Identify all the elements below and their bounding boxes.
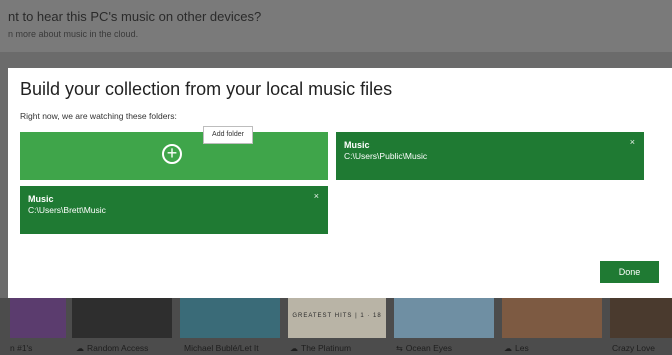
cloud-icon: ☁ <box>290 344 298 353</box>
folder-name: Music <box>344 140 370 150</box>
cloud-icon: ☁ <box>76 344 84 353</box>
folder-path: C:\Users\Brett\Music <box>28 205 106 215</box>
album-caption: ☁ The Platinum <box>290 343 352 353</box>
folder-tile-brett-music[interactable]: Music C:\Users\Brett\Music × <box>20 186 328 234</box>
plus-circle-icon: + <box>162 144 182 164</box>
album-caption: Crazy Love <box>612 343 655 353</box>
sync-icon: ⇆ <box>396 344 403 353</box>
folder-name: Music <box>28 194 54 204</box>
album-tile[interactable] <box>394 298 494 338</box>
album-art-text: GREATEST HITS | 1 · 18 <box>292 313 382 319</box>
album-caption: ⇆ Ocean Eyes <box>396 343 453 353</box>
album-tile[interactable] <box>10 298 66 338</box>
album-tile[interactable] <box>502 298 602 338</box>
done-button[interactable]: Done <box>600 261 659 283</box>
album-caption: n #1's <box>10 343 33 353</box>
album-tile[interactable] <box>72 298 172 338</box>
banner-heading: nt to hear this PC's music on other devi… <box>8 9 262 24</box>
folder-tile-public-music[interactable]: Music C:\Users\Public\Music × <box>336 132 644 180</box>
album-tile[interactable] <box>180 298 280 338</box>
album-tile[interactable]: GREATEST HITS | 1 · 18 <box>288 298 386 338</box>
banner-subtext[interactable]: n more about music in the cloud. <box>8 29 138 39</box>
cloud-icon: ☁ <box>504 344 512 353</box>
folder-path: C:\Users\Public\Music <box>344 151 428 161</box>
dialog-subtitle: Right now, we are watching these folders… <box>20 111 177 121</box>
dialog-title: Build your collection from your local mu… <box>20 79 393 99</box>
album-tile[interactable] <box>610 298 672 338</box>
add-folder-tooltip: Add folder <box>203 126 253 144</box>
album-caption: ☁ Les <box>504 343 529 353</box>
remove-folder-close-icon[interactable]: × <box>630 137 635 147</box>
add-folder-button[interactable]: + <box>20 132 328 180</box>
album-strip: n #1's ☁ Random Access Michael Bublé/Let … <box>0 298 672 355</box>
remove-folder-close-icon[interactable]: × <box>314 191 319 201</box>
music-folders-dialog: Build your collection from your local mu… <box>8 68 672 298</box>
cloud-music-banner: nt to hear this PC's music on other devi… <box>0 0 672 52</box>
album-caption: ☁ Random Access <box>76 343 149 353</box>
album-caption: Michael Bublé/Let It <box>184 343 259 353</box>
